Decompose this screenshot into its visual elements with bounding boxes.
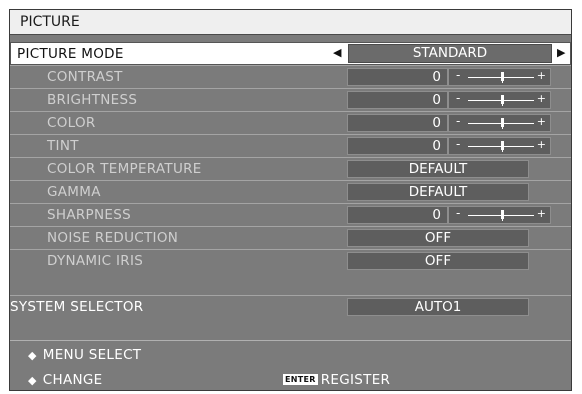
register-label: REGISTER bbox=[320, 372, 391, 388]
setting-value[interactable]: 0 bbox=[347, 114, 448, 132]
enter-key-icon: ENTER bbox=[283, 374, 318, 385]
setting-label: GAMMA bbox=[47, 184, 101, 200]
setting-slider[interactable]: - + bbox=[448, 206, 551, 224]
menu-row-contrast[interactable]: CONTRAST 0- + bbox=[10, 65, 571, 88]
menu-row-color[interactable]: COLOR 0- + bbox=[10, 111, 571, 134]
menu-row-dynamic-iris[interactable]: DYNAMIC IRIS OFF bbox=[10, 249, 571, 272]
minus-icon: - bbox=[456, 137, 461, 151]
setting-slider[interactable]: - + bbox=[448, 137, 551, 155]
minus-icon: - bbox=[456, 114, 461, 128]
setting-label: DYNAMIC IRIS bbox=[47, 253, 144, 269]
plus-icon: + bbox=[536, 69, 546, 82]
system-selector-value[interactable]: AUTO1 bbox=[347, 298, 529, 316]
register-hint: ENTER REGISTER bbox=[283, 372, 390, 388]
setting-label: TINT bbox=[47, 138, 79, 154]
picture-mode-value[interactable]: STANDARD bbox=[348, 44, 552, 63]
minus-icon: - bbox=[456, 68, 461, 82]
change-hint: ◆ CHANGE bbox=[28, 372, 102, 388]
setting-value[interactable]: DEFAULT bbox=[347, 160, 529, 178]
setting-value[interactable]: 0 bbox=[347, 68, 448, 86]
menu-select-label: MENU SELECT bbox=[42, 347, 142, 363]
right-triangle-icon[interactable]: ▶ bbox=[557, 46, 565, 59]
minus-icon: - bbox=[456, 91, 461, 105]
plus-icon: + bbox=[536, 115, 546, 128]
menu-row-system-selector[interactable]: SYSTEM SELECTOR AUTO1 bbox=[10, 295, 571, 318]
menu-row-picture-mode[interactable]: PICTURE MODE ◀ STANDARD ▶ bbox=[10, 42, 571, 65]
menu-select-hint: ◆ MENU SELECT bbox=[28, 347, 141, 363]
setting-slider[interactable]: - + bbox=[448, 114, 551, 132]
setting-slider[interactable]: - + bbox=[448, 91, 551, 109]
menu-row-sharpness[interactable]: SHARPNESS 0- + bbox=[10, 203, 571, 226]
menu-row-gamma[interactable]: GAMMA DEFAULT bbox=[10, 180, 571, 203]
menu-row-tint[interactable]: TINT 0- + bbox=[10, 134, 571, 157]
setting-value[interactable]: 0 bbox=[347, 206, 448, 224]
left-right-arrows-icon: ◆ bbox=[28, 374, 37, 387]
plus-icon: + bbox=[536, 138, 546, 151]
slider-center-tick bbox=[502, 103, 503, 106]
slider-center-tick bbox=[502, 126, 503, 129]
setting-label: COLOR TEMPERATURE bbox=[47, 161, 202, 177]
setting-value[interactable]: 0 bbox=[347, 91, 448, 109]
setting-label: CONTRAST bbox=[47, 69, 123, 85]
setting-value[interactable]: DEFAULT bbox=[347, 183, 529, 201]
setting-label: NOISE REDUCTION bbox=[47, 230, 179, 246]
setting-slider[interactable]: - + bbox=[448, 68, 551, 86]
picture-mode-label: PICTURE MODE bbox=[17, 46, 124, 62]
change-label: CHANGE bbox=[42, 372, 103, 388]
setting-value[interactable]: OFF bbox=[347, 229, 529, 247]
setting-value[interactable]: 0 bbox=[347, 137, 448, 155]
picture-menu-panel: PICTURE PICTURE MODE ◀ STANDARD ▶ CONTRA… bbox=[9, 9, 572, 391]
plus-icon: + bbox=[536, 207, 546, 220]
setting-value[interactable]: OFF bbox=[347, 252, 529, 270]
footer-divider bbox=[10, 340, 571, 341]
setting-label: SHARPNESS bbox=[47, 207, 131, 223]
system-selector-label: SYSTEM SELECTOR bbox=[10, 299, 144, 315]
setting-label: COLOR bbox=[47, 115, 96, 131]
menu-row-noise-reduction[interactable]: NOISE REDUCTION OFF bbox=[10, 226, 571, 249]
slider-center-tick bbox=[502, 80, 503, 83]
plus-icon: + bbox=[536, 92, 546, 105]
menu-title: PICTURE bbox=[10, 10, 571, 35]
minus-icon: - bbox=[456, 206, 461, 220]
setting-label: BRIGHTNESS bbox=[47, 92, 138, 108]
up-down-arrows-icon: ◆ bbox=[28, 349, 37, 362]
menu-row-brightness[interactable]: BRIGHTNESS 0- + bbox=[10, 88, 571, 111]
left-triangle-icon[interactable]: ◀ bbox=[333, 46, 341, 59]
slider-center-tick bbox=[502, 218, 503, 221]
slider-center-tick bbox=[502, 149, 503, 152]
menu-row-color-temperature[interactable]: COLOR TEMPERATURE DEFAULT bbox=[10, 157, 571, 180]
